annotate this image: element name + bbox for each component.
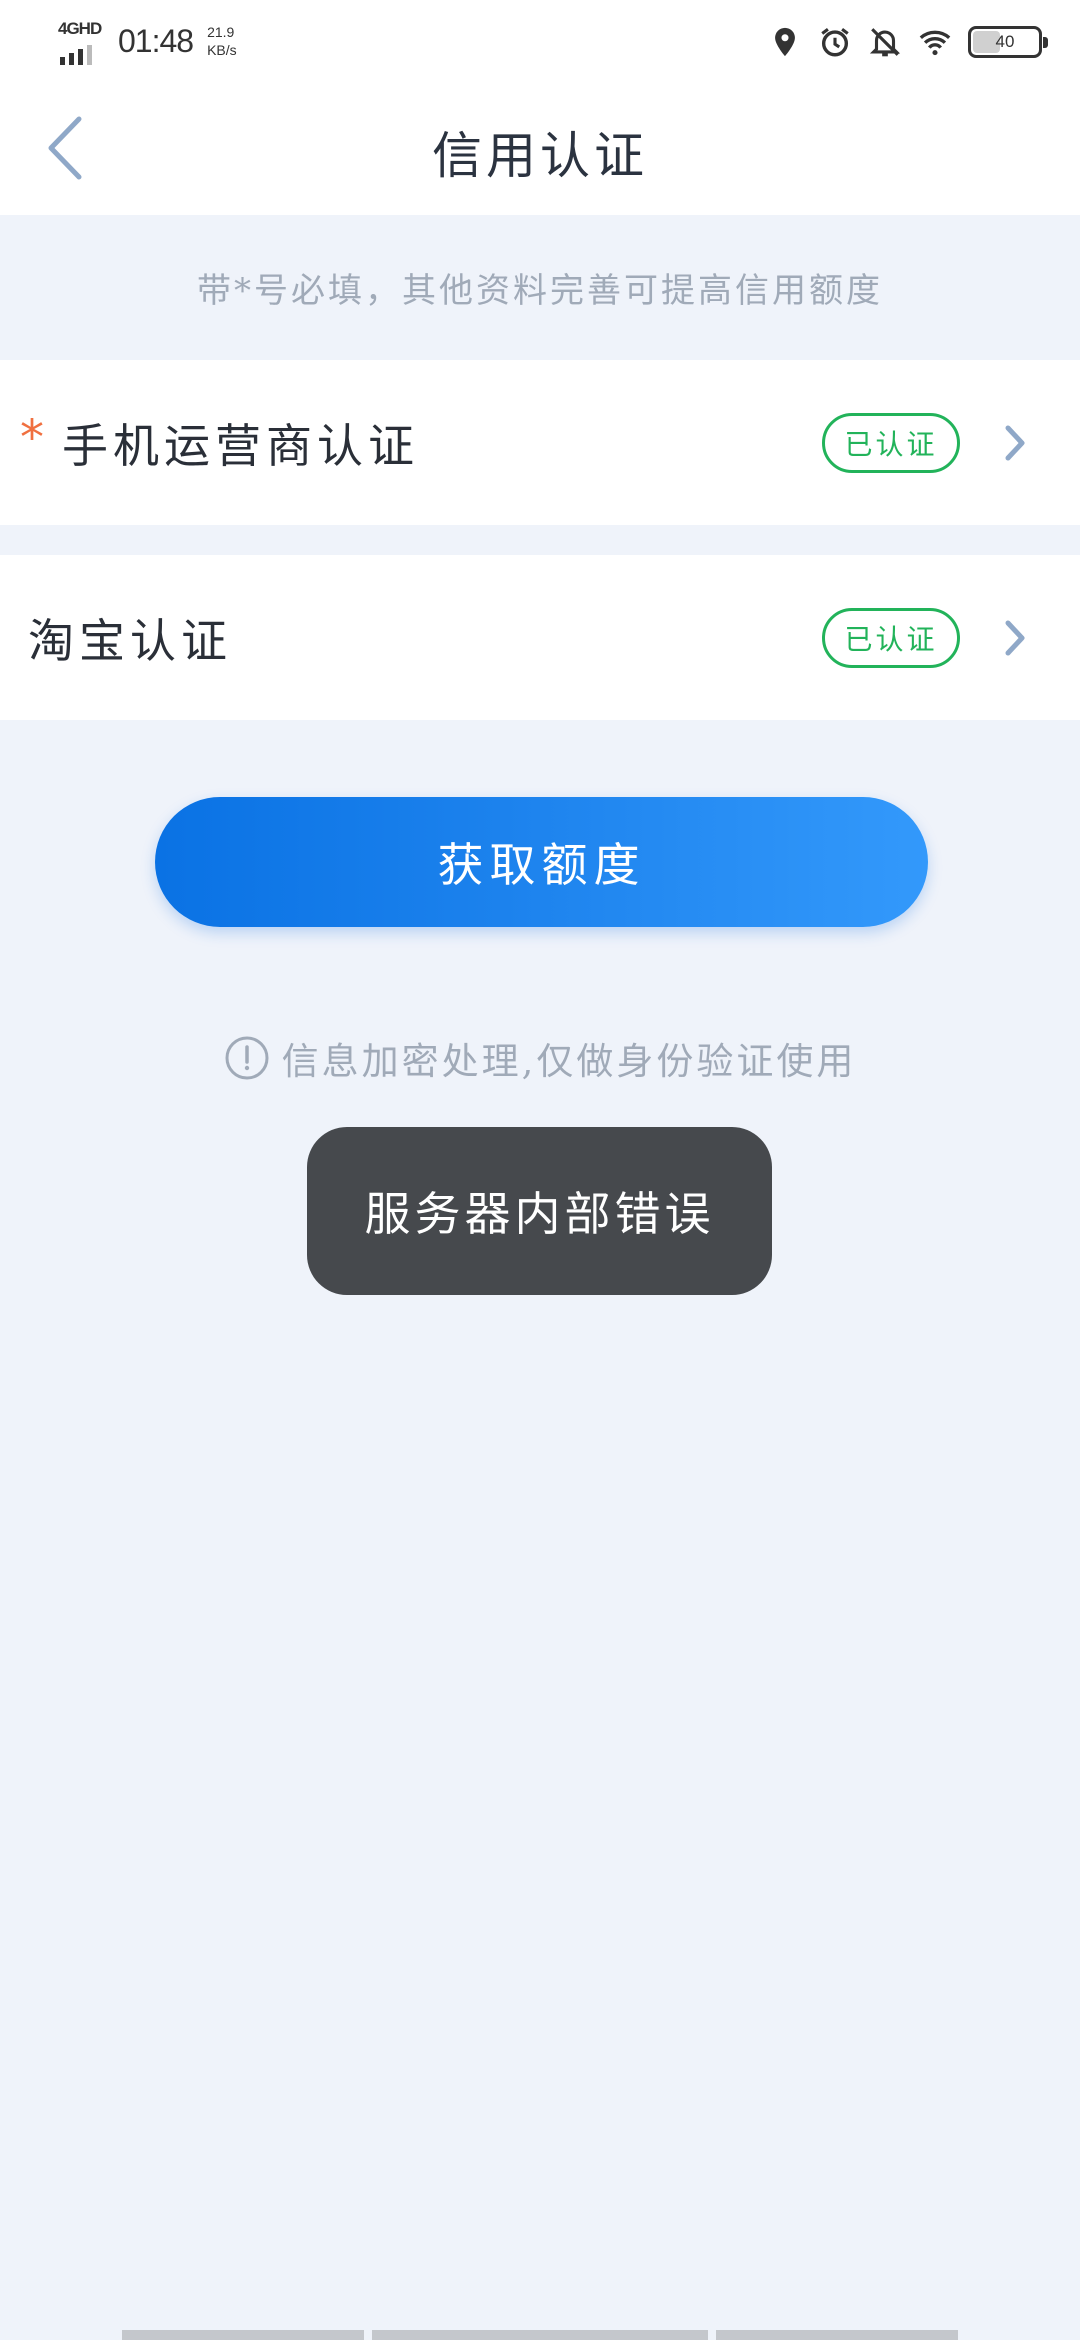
info-circle-icon bbox=[225, 1036, 269, 1080]
battery-icon: 40 bbox=[968, 26, 1048, 58]
clock: 01:48 bbox=[118, 22, 194, 59]
required-asterisk: * bbox=[20, 410, 44, 466]
bottom-indicator bbox=[0, 2330, 1080, 2340]
cert-label-carrier: 手机运营商认证 bbox=[62, 418, 419, 473]
status-bar-right: 40 bbox=[768, 20, 1048, 64]
network-type: 4GHD bbox=[58, 19, 102, 38]
status-bar-left: 4GHD 01:48 21.9 KB/s bbox=[58, 16, 237, 66]
alarm-icon bbox=[821, 28, 849, 57]
location-icon bbox=[775, 27, 795, 57]
network-speed: 21.9 KB/s bbox=[207, 23, 237, 59]
chevron-right-icon bbox=[1005, 425, 1025, 460]
header: 信用认证 bbox=[0, 80, 1080, 215]
battery-level: 40 bbox=[995, 32, 1015, 51]
status-bar: 4GHD 01:48 21.9 KB/s 40 bbox=[0, 0, 1080, 80]
network-speed-unit: KB/s bbox=[207, 42, 237, 58]
page-title: 信用认证 bbox=[432, 127, 648, 185]
error-toast: 服务器内部错误 bbox=[307, 1127, 772, 1295]
cert-row-taobao[interactable]: 淘宝认证 已认证 bbox=[0, 555, 1080, 720]
bell-off-icon bbox=[869, 28, 901, 57]
security-note-text: 信息加密处理,仅做身份验证使用 bbox=[281, 1040, 857, 1083]
verified-badge: 已认证 bbox=[822, 412, 960, 473]
cert-label-taobao: 淘宝认证 bbox=[28, 613, 232, 668]
security-note: 信息加密处理,仅做身份验证使用 bbox=[0, 1030, 1080, 1086]
required-hint: 带*号必填，其他资料完善可提高信用额度 bbox=[197, 271, 883, 311]
chevron-right-icon bbox=[1005, 620, 1025, 655]
network-speed-value: 21.9 bbox=[207, 24, 235, 40]
cert-row-carrier[interactable]: * 手机运营商认证 已认证 bbox=[0, 360, 1080, 525]
get-credit-limit-button[interactable]: 获取额度 bbox=[155, 797, 928, 927]
verified-badge: 已认证 bbox=[822, 607, 960, 668]
wifi-icon bbox=[919, 30, 951, 56]
cellular-signal-icon: 4GHD bbox=[58, 19, 108, 65]
